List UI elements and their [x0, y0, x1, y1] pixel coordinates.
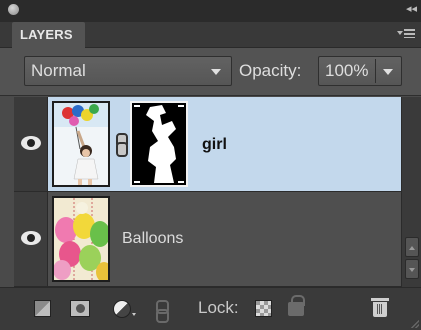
collapse-icon[interactable]: ◂◂ [406, 2, 417, 16]
lock-all-icon[interactable] [288, 295, 305, 316]
opacity-divider [375, 59, 376, 83]
options-bar: Normal Opacity: 100% [0, 48, 421, 96]
eye-icon[interactable] [21, 136, 41, 150]
close-icon[interactable] [8, 4, 19, 15]
chevron-down-icon [211, 69, 221, 75]
girl-thumbnail-image [54, 103, 108, 185]
layer-name-girl[interactable]: girl [202, 135, 227, 155]
trash-icon[interactable] [371, 298, 389, 317]
eye-icon[interactable] [21, 231, 41, 245]
link-icon[interactable] [156, 300, 169, 323]
panel-title-bar: ◂◂ [0, 0, 421, 22]
visibility-cell[interactable] [14, 97, 48, 191]
scroll-up-button[interactable] [405, 237, 419, 257]
panel-menu-icon[interactable] [397, 26, 417, 42]
opacity-value: 100% [325, 61, 369, 80]
opacity-field[interactable]: 100% [318, 56, 402, 86]
layers-panel: ◂◂ LAYERS Normal Opacity: 100% girl Ball… [0, 0, 421, 330]
mask-link-icon[interactable] [116, 133, 128, 157]
blend-mode-select[interactable]: Normal [24, 56, 232, 86]
layers-scrollbar[interactable] [401, 97, 421, 287]
blend-mode-value: Normal [31, 61, 86, 80]
mask-thumbnail-image [132, 103, 186, 185]
layers-list: girl Balloons [14, 97, 401, 287]
opacity-chevron-down-icon[interactable] [383, 69, 393, 75]
balloons-thumbnail-image [54, 198, 108, 280]
layer-row-girl[interactable]: girl [14, 97, 401, 192]
layer-thumbnail-balloons[interactable] [52, 196, 110, 282]
tab-layers[interactable]: LAYERS [12, 22, 85, 48]
layer-row-balloons[interactable]: Balloons [14, 192, 401, 287]
layers-toolbar: Lock: [0, 287, 421, 330]
adjustment-menu-arrow-icon[interactable] [132, 313, 136, 316]
tab-layers-label: LAYERS [20, 27, 73, 42]
new-layer-icon[interactable] [34, 300, 51, 317]
adjustment-layer-icon[interactable] [113, 300, 131, 318]
lock-label: Lock: [198, 298, 239, 317]
visibility-cell[interactable] [14, 192, 48, 286]
tab-bar: LAYERS [0, 22, 421, 48]
opacity-label: Opacity: [239, 61, 302, 80]
layer-thumbnail-girl[interactable] [52, 101, 110, 187]
resize-grip[interactable] [411, 320, 419, 328]
panel-menu-arrow-icon [397, 31, 403, 35]
layer-mask-icon[interactable] [70, 300, 90, 317]
layer-mask-thumbnail[interactable] [130, 101, 188, 187]
scroll-down-button[interactable] [405, 259, 419, 279]
lock-transparent-icon[interactable] [255, 300, 272, 317]
panel-menu-lines-icon [404, 29, 415, 38]
layer-name-balloons[interactable]: Balloons [122, 229, 183, 249]
